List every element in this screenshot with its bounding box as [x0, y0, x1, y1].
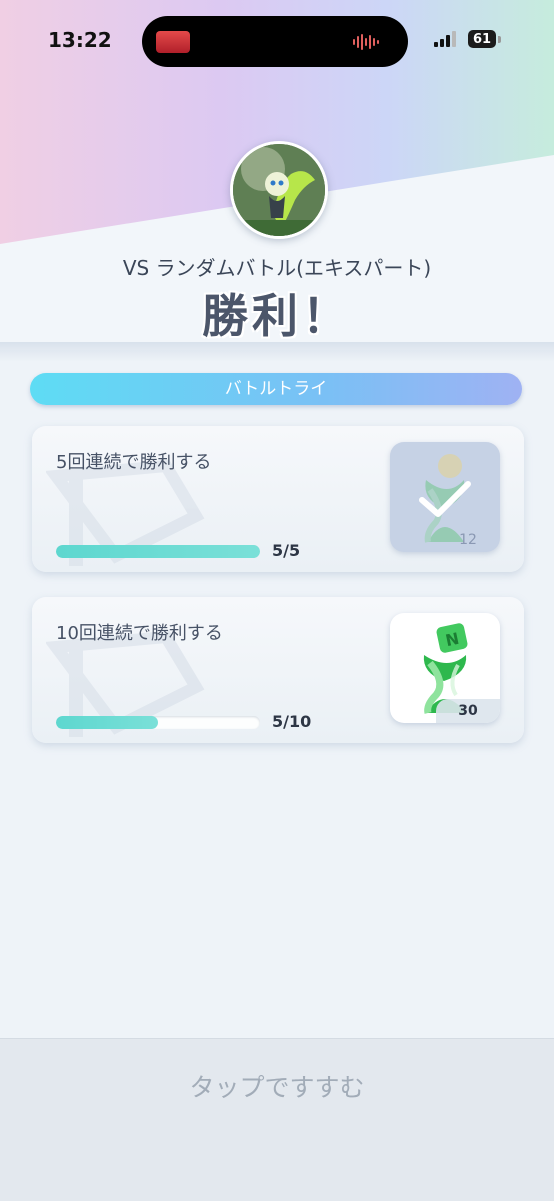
mission-progress-fill	[56, 545, 260, 558]
now-playing-app-icon	[156, 31, 190, 53]
mission-progress-text: 5/10	[272, 712, 312, 731]
battery-icon: 61	[468, 30, 502, 49]
battle-mode-label: VS ランダムバトル(エキスパート)	[122, 256, 432, 280]
mission-title: 5回連続で勝利する	[56, 452, 212, 473]
mission-progress-text: 5/5	[272, 541, 301, 560]
section-header: バトルトライ	[30, 373, 522, 405]
mission-title: 10回連続で勝利する	[56, 623, 223, 644]
reward-item-claimed: 12	[390, 442, 500, 552]
mission-progress-bar	[56, 716, 260, 729]
cellular-signal-icon	[434, 31, 456, 47]
audio-wave-icon	[353, 34, 379, 50]
mission-card: 5回連続で勝利する 5/5 12	[32, 426, 524, 572]
footer-panel[interactable]	[0, 1038, 554, 1201]
reward-item[interactable]: N 30	[390, 613, 500, 723]
reward-count: 12	[459, 532, 477, 548]
status-time: 13:22	[48, 28, 112, 52]
pokemon-avatar	[230, 141, 328, 239]
mission-progress-bar	[56, 545, 260, 558]
dynamic-island	[142, 16, 408, 67]
tap-to-continue-button[interactable]: タップですすむ	[0, 1068, 554, 1104]
claimed-check-icon	[419, 481, 471, 517]
battery-level: 61	[468, 30, 496, 48]
reward-count: 30	[436, 699, 500, 723]
mission-progress-fill	[56, 716, 158, 729]
avatar-illustration	[233, 144, 325, 236]
result-title: 勝利！	[202, 289, 352, 343]
mission-card: 10回連続で勝利する 5/10 N 30	[32, 597, 524, 743]
